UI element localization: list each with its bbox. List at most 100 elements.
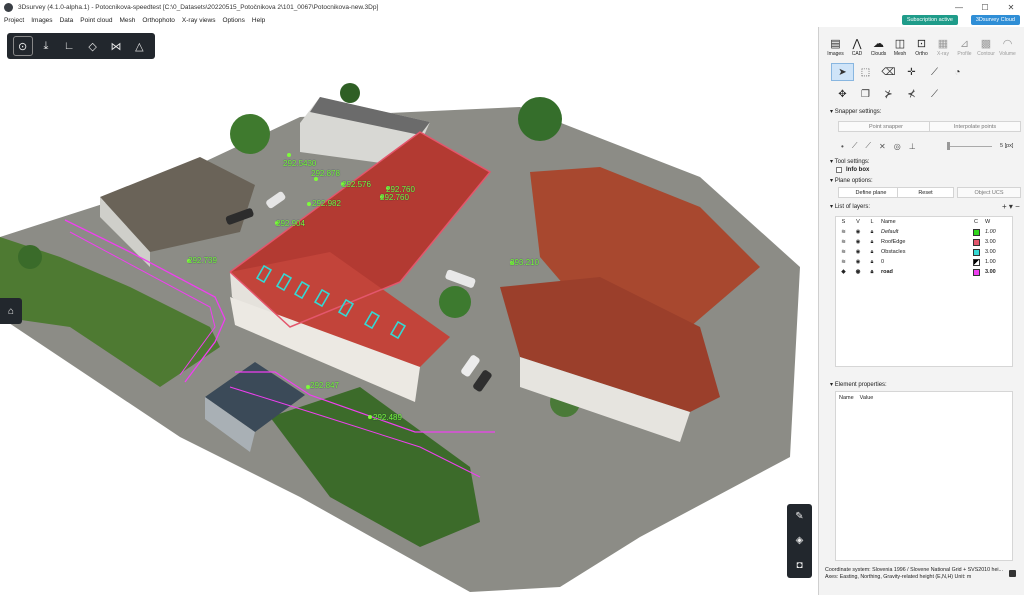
tab-xray[interactable]: ▦ X-ray: [933, 31, 954, 57]
element-properties-header[interactable]: Element properties:: [830, 381, 887, 388]
layer-options-button[interactable]: ▾: [1009, 202, 1013, 211]
snap-radius-slider[interactable]: [947, 146, 992, 147]
menu-options[interactable]: Options: [223, 17, 245, 24]
target-icon[interactable]: ⊙: [12, 36, 33, 56]
tab-profile[interactable]: ⊿ Profile: [954, 31, 975, 57]
layers-header[interactable]: List of layers:: [830, 203, 870, 210]
menu-point-cloud[interactable]: Point cloud: [80, 17, 112, 24]
layer-color-swatch[interactable]: [972, 228, 980, 236]
snap-endpoint-icon[interactable]: ⟋: [852, 141, 858, 151]
box-select-icon[interactable]: ⬚: [854, 63, 877, 81]
interpolate-points-button[interactable]: Interpolate points: [929, 121, 1021, 132]
tab-volume[interactable]: ◠ Volume: [997, 31, 1018, 57]
house-tool-icon[interactable]: ⌂: [0, 298, 22, 324]
checkbox[interactable]: [836, 167, 842, 173]
lock-icon[interactable]: 🔒︎: [865, 259, 879, 266]
layer-row[interactable]: ≋ ◉ 🔒︎ Default 1.00: [836, 227, 1012, 237]
menu-xray-views[interactable]: X-ray views: [182, 17, 216, 24]
copy-icon[interactable]: ❐: [854, 85, 877, 103]
layer-row[interactable]: ◆ ◉ 🔒︎ road 3.00: [836, 267, 1012, 277]
snap-intersection-icon[interactable]: ✕: [879, 142, 886, 151]
subscription-button[interactable]: Subscription active: [901, 15, 958, 25]
point-snapper-button[interactable]: Point snapper: [838, 121, 934, 132]
minimize-button[interactable]: —: [946, 0, 972, 14]
lock-icon[interactable]: 🔒︎: [865, 249, 879, 256]
3d-viewport[interactable]: 292.5430 292.878 292.576 292.760 292.760…: [0, 27, 818, 595]
lock-icon[interactable]: 🔒︎: [865, 229, 879, 236]
layer-name: Obstacles: [881, 249, 906, 255]
close-button[interactable]: ✕: [998, 0, 1024, 14]
menu-images[interactable]: Images: [31, 17, 52, 24]
move-icon[interactable]: ✥: [831, 85, 854, 103]
layer-color-swatch[interactable]: [972, 248, 980, 256]
layer-row[interactable]: ≋ ◉ 🔒︎ Obstacles 3.00: [836, 247, 1012, 257]
save-icon[interactable]: [1009, 570, 1016, 577]
lock-icon[interactable]: 🔒︎: [865, 269, 879, 276]
lock-icon[interactable]: 🔒︎: [865, 239, 879, 246]
pyramid-icon[interactable]: △: [130, 37, 148, 55]
crosshair-icon[interactable]: ✛: [900, 63, 923, 81]
polyline-icon[interactable]: ⟋: [923, 85, 946, 103]
remove-layer-button[interactable]: −: [1015, 202, 1020, 211]
reset-button[interactable]: Reset: [897, 187, 954, 198]
maximize-button[interactable]: ☐: [972, 0, 998, 14]
layers-stack-icon[interactable]: ◆: [836, 269, 851, 275]
menu-project[interactable]: Project: [4, 17, 24, 24]
cloud-button[interactable]: 3Dsurvey Cloud: [970, 15, 1020, 25]
menu-mesh[interactable]: Mesh: [119, 17, 135, 24]
menu-help[interactable]: Help: [252, 17, 265, 24]
snap-center-icon[interactable]: ◎: [894, 142, 901, 151]
snap-mode-icons: • ⟋ ⟋ ✕ ◎ ⊥: [841, 141, 924, 151]
eye-icon[interactable]: ◉: [851, 239, 865, 245]
menu-orthophoto[interactable]: Orthophoto: [142, 17, 175, 24]
eye-icon[interactable]: ◉: [851, 269, 865, 275]
tab-mesh[interactable]: ◫ Mesh: [890, 31, 911, 57]
layers-stack-icon[interactable]: ≋: [836, 229, 851, 235]
line-measure-icon[interactable]: ⟋: [923, 63, 946, 81]
info-box-checkbox[interactable]: Info box: [836, 167, 869, 173]
eye-icon[interactable]: ◉: [851, 259, 865, 265]
eye-icon[interactable]: ◉: [851, 249, 865, 255]
cube-icon[interactable]: ◇: [84, 37, 102, 55]
menu-data[interactable]: Data: [60, 17, 74, 24]
snap-midpoint-icon[interactable]: ⟋: [865, 141, 871, 151]
layer-color-swatch[interactable]: [972, 238, 980, 246]
view-toolbar: ⊙ ⤓ ∟ ◇ ⋈ △: [7, 33, 155, 59]
camera-icon[interactable]: ◘: [796, 560, 802, 571]
title-bar: 3Dsurvey (4.1.0-alpha.1) - Potocnikova-s…: [0, 0, 1024, 14]
layers-stack-icon[interactable]: ≋: [836, 249, 851, 255]
plane-options-header[interactable]: Plane options:: [830, 177, 873, 184]
draw-icon[interactable]: ✎: [795, 511, 803, 522]
select-arrow-icon[interactable]: ➤: [831, 63, 854, 81]
grid-icon[interactable]: ⋈: [107, 37, 125, 55]
tab-clouds[interactable]: ☁ Clouds: [868, 31, 889, 57]
eraser-icon[interactable]: ⌫: [877, 63, 900, 81]
tab-images[interactable]: ▤ Images: [825, 31, 846, 57]
layers-stack-icon[interactable]: ≋: [836, 239, 851, 245]
tool-settings-header[interactable]: Tool settings:: [830, 158, 870, 165]
cut-line-icon[interactable]: ⊁: [877, 85, 900, 103]
layer-row[interactable]: ≋ ◉ 🔒︎ 0 1.00: [836, 257, 1012, 267]
eye-icon[interactable]: ◉: [851, 229, 865, 235]
tab-cad[interactable]: ⋀ CAD: [847, 31, 868, 57]
layer-name: Default: [881, 229, 899, 235]
define-plane-button[interactable]: Define plane: [838, 187, 904, 198]
snapper-settings-header[interactable]: Snapper settings:: [830, 108, 882, 115]
layer-row[interactable]: ≋ ◉ 🔒︎ RoofEdge 3.00: [836, 237, 1012, 247]
object-ucs-button[interactable]: Object UCS: [957, 187, 1021, 198]
layer-color-swatch[interactable]: [972, 268, 980, 276]
download-icon[interactable]: ⤓: [37, 37, 55, 55]
layers-stack-icon[interactable]: ≋: [836, 259, 851, 265]
cube-view-icon[interactable]: ◈: [796, 535, 804, 546]
layer-color-swatch[interactable]: [972, 258, 980, 266]
tab-contour[interactable]: ▩ Contour: [976, 31, 997, 57]
layer-name: road: [881, 269, 893, 275]
add-layer-button[interactable]: +: [1002, 202, 1007, 211]
axes-icon[interactable]: ∟: [60, 37, 78, 55]
snap-point-icon[interactable]: •: [841, 142, 844, 151]
snap-perpendicular-icon[interactable]: ⊥: [909, 142, 916, 151]
snap-radius-knob[interactable]: [947, 142, 950, 150]
extend-line-icon[interactable]: ⊀: [900, 85, 923, 103]
angle-icon[interactable]: ◔: [946, 63, 969, 81]
tab-ortho[interactable]: ⊡ Ortho: [911, 31, 932, 57]
